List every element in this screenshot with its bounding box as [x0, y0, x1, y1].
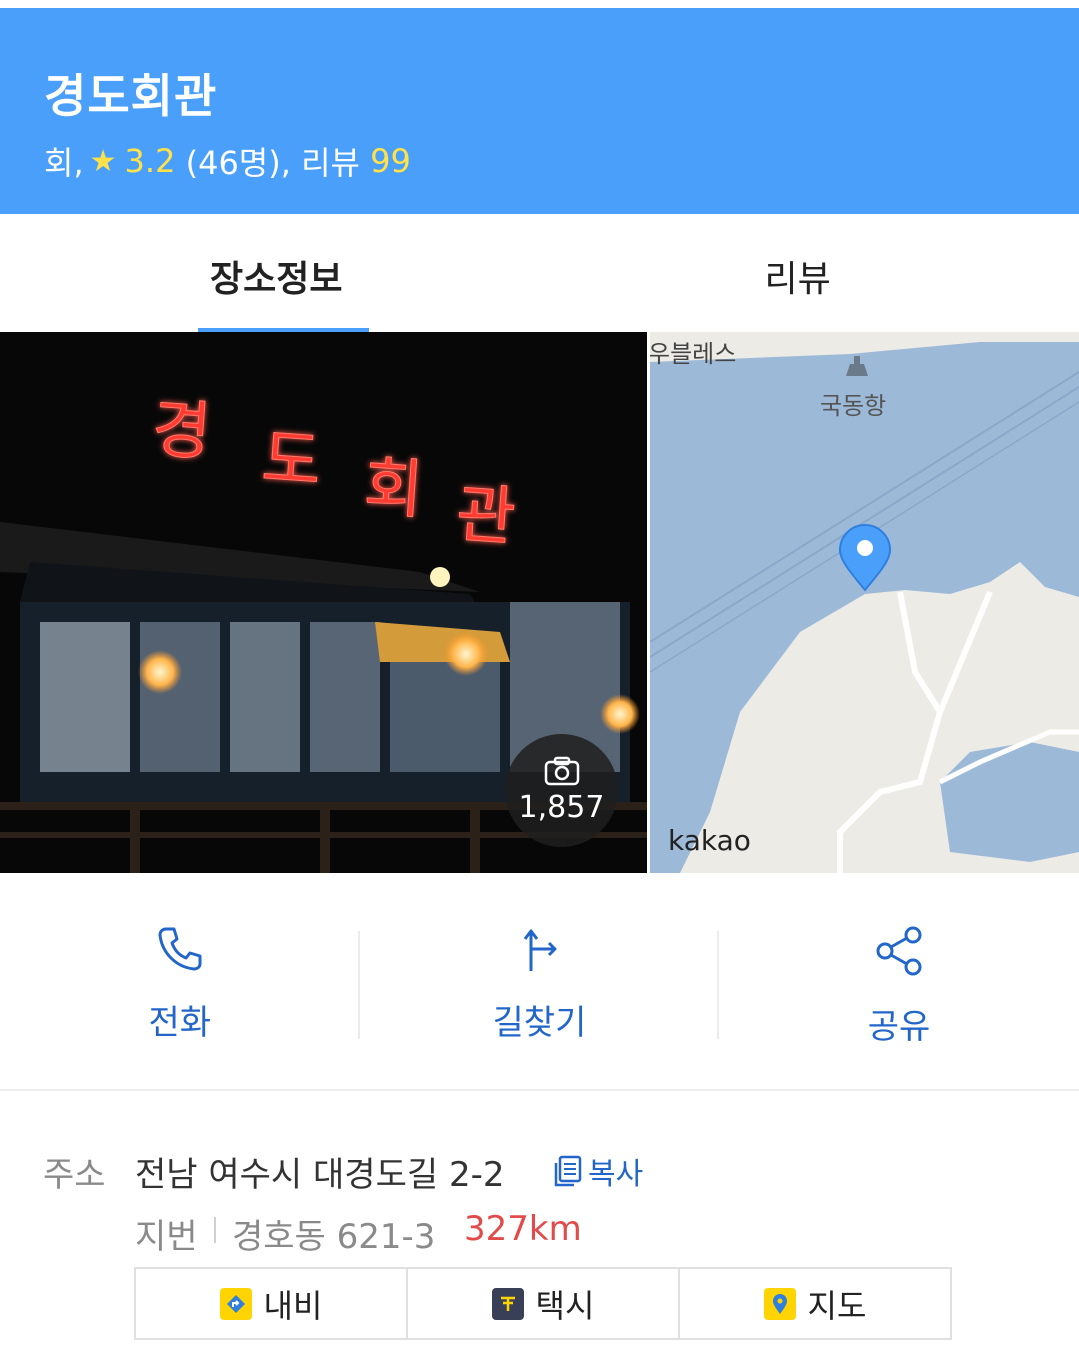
- call-button[interactable]: 전화: [0, 873, 360, 1089]
- place-info: 주소 전남 여수시 대경도길 2-2 복사 지번 경호동 621-3 327km…: [0, 1091, 1079, 1364]
- copy-address-button[interactable]: 복사: [552, 1149, 643, 1193]
- map-label: 지도: [807, 1286, 867, 1325]
- share-label: 공유: [867, 1007, 931, 1047]
- place-photo[interactable]: 경 도 회 관 1,857: [0, 332, 647, 873]
- map-pin-icon: [763, 1287, 796, 1320]
- photo-count-badge[interactable]: 1,857: [505, 734, 618, 847]
- directions-icon: [524, 929, 557, 971]
- neon-sign-char-2: 도: [260, 422, 324, 500]
- place-header: 경도회관 회, ★ 3.2 (46명), 리뷰 99: [0, 0, 1079, 214]
- place-category: 회,: [44, 144, 84, 182]
- neon-sign-char-4: 관: [454, 477, 518, 555]
- taxi-icon: [491, 1287, 524, 1320]
- kakao-watermark: kakao: [668, 824, 751, 857]
- directions-button[interactable]: 길찾기: [360, 873, 720, 1089]
- tab-bar: 장소정보 리뷰: [0, 214, 1079, 332]
- tab-reviews-label: 리뷰: [764, 259, 831, 300]
- call-label: 전화: [148, 1003, 212, 1043]
- copy-icon: [554, 1155, 582, 1187]
- review-label: 리뷰: [301, 144, 360, 182]
- neon-sign-char-3: 회: [362, 450, 426, 528]
- taxi-button[interactable]: 택시: [408, 1269, 680, 1338]
- photo-count: 1,857: [518, 790, 605, 825]
- share-icon: [876, 926, 922, 976]
- map-illustration: 우블레스 국동항 kakao: [650, 332, 1079, 873]
- distance-value: 327km: [464, 1209, 582, 1249]
- map-label-top: 우블레스: [650, 340, 736, 368]
- navi-icon: [219, 1287, 252, 1320]
- navi-label: 내비: [263, 1286, 323, 1325]
- tab-reviews[interactable]: 리뷰: [540, 214, 1079, 332]
- place-title: 경도회관: [44, 69, 218, 123]
- tab-place-info[interactable]: 장소정보: [0, 214, 540, 332]
- external-links: 내비 택시 지도: [134, 1267, 952, 1340]
- directions-label: 길찾기: [492, 1003, 587, 1043]
- star-icon: ★: [89, 143, 117, 179]
- camera-icon: [544, 756, 579, 786]
- phone-icon: [158, 927, 202, 971]
- share-button[interactable]: 공유: [719, 873, 1079, 1089]
- tab-place-info-label: 장소정보: [210, 259, 343, 300]
- copy-label: 복사: [588, 1157, 644, 1192]
- navi-button[interactable]: 내비: [136, 1269, 408, 1338]
- address-value: 전남 여수시 대경도길 2-2: [135, 1155, 505, 1195]
- review-count[interactable]: 99: [370, 142, 411, 180]
- rating-value: 3.2: [124, 142, 176, 180]
- map-button[interactable]: 지도: [680, 1269, 950, 1338]
- jibun-separator: [214, 1217, 216, 1243]
- jibun-key: 지번: [135, 1217, 198, 1257]
- action-bar: 전화 길찾기 공유: [0, 873, 1079, 1091]
- jibun-value: 경호동 621-3: [232, 1217, 436, 1257]
- map-preview[interactable]: 우블레스 국동항 kakao: [650, 332, 1079, 873]
- rating-count: (46명),: [185, 144, 291, 182]
- media-section: 경 도 회 관 1,857 우블레스 국동항 kakao: [0, 332, 1079, 873]
- taxi-label: 택시: [535, 1286, 595, 1325]
- place-summary: 회, ★ 3.2 (46명), 리뷰 99: [44, 138, 411, 184]
- map-label-port: 국동항: [820, 392, 886, 420]
- neon-sign-char-1: 경: [150, 392, 214, 470]
- address-key: 주소: [43, 1155, 106, 1195]
